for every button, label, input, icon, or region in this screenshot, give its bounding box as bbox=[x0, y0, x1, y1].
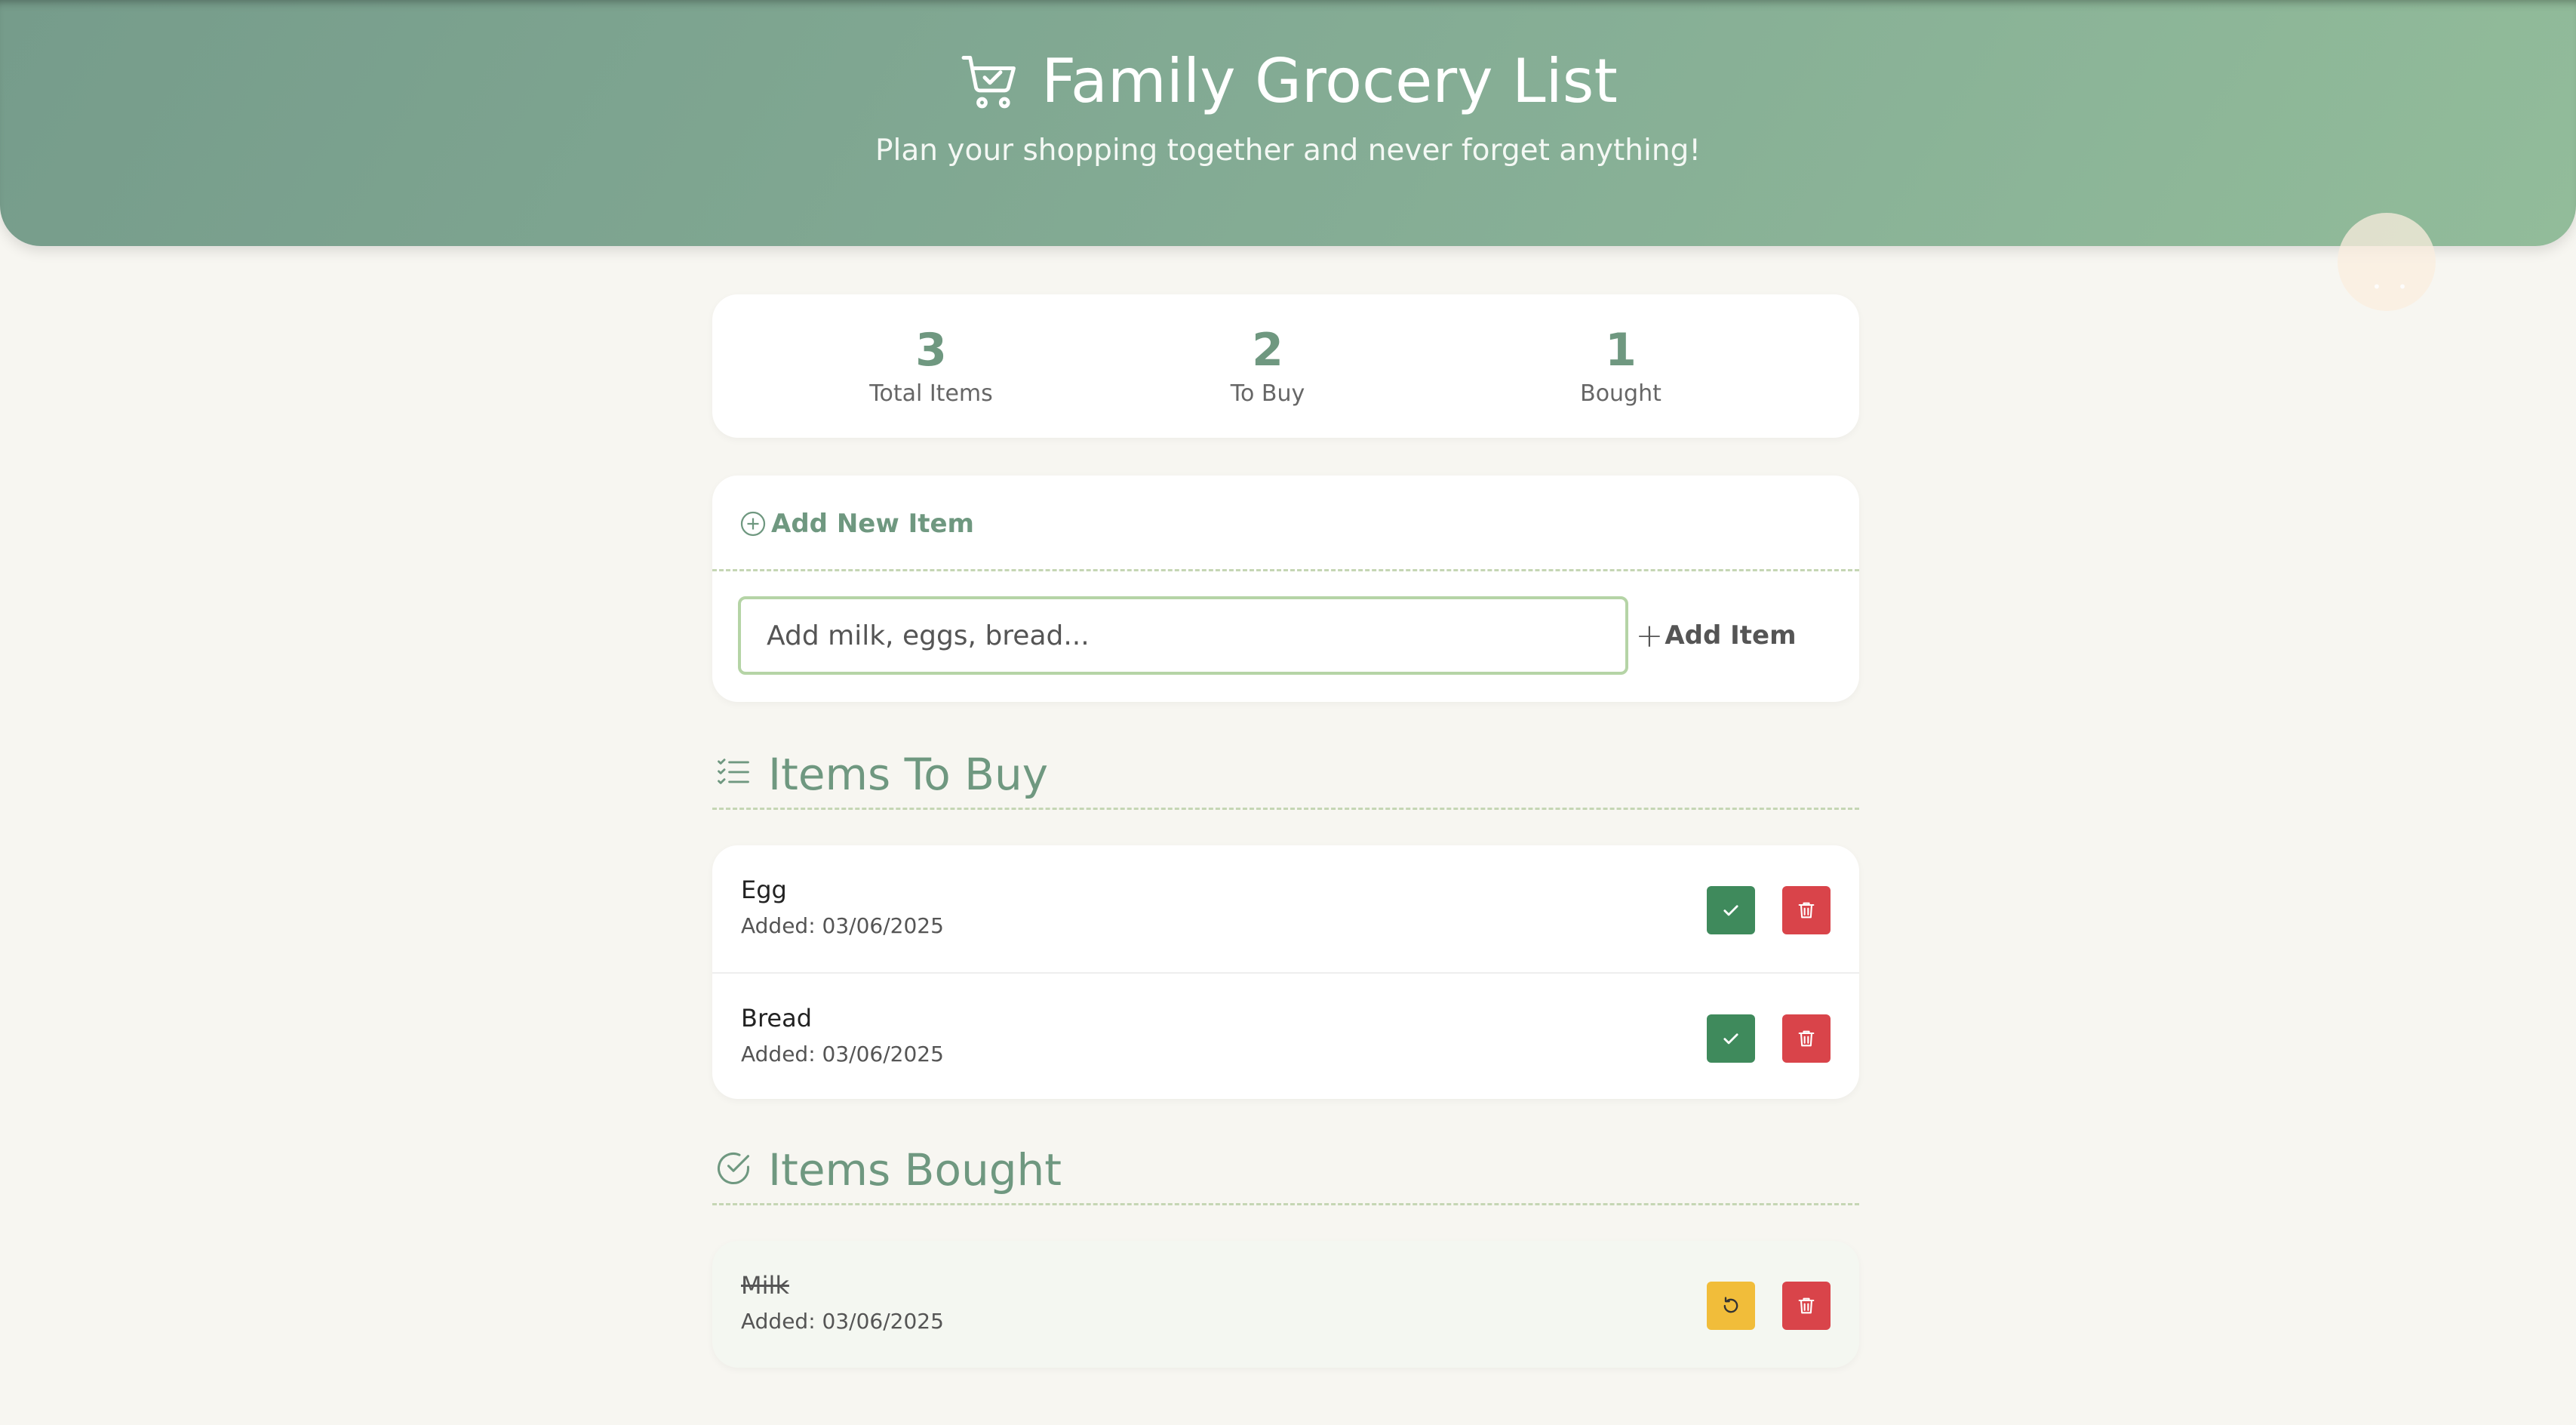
page-subtitle: Plan your shopping together and never fo… bbox=[875, 134, 1701, 168]
to-buy-list: Egg Added: 03/06/2025 Bread Added: 03/06… bbox=[712, 845, 1859, 1099]
cart-check-icon bbox=[958, 50, 1022, 113]
stat-total-items: 3 Total Items bbox=[818, 322, 1044, 409]
undo-icon bbox=[1723, 1297, 1738, 1313]
stat-bought: 1 Bought bbox=[1508, 322, 1734, 409]
add-item-button-label: Add Item bbox=[1665, 620, 1797, 651]
app-header: Family Grocery List Plan your shopping t… bbox=[0, 0, 2576, 246]
section-title-to-buy: Items To Buy bbox=[768, 749, 1049, 800]
stat-label: Total Items bbox=[869, 380, 993, 407]
check-icon bbox=[1723, 1033, 1738, 1045]
section-header-to-buy: Items To Buy bbox=[712, 740, 1859, 810]
list-item: Milk Added: 03/06/2025 bbox=[712, 1241, 1859, 1368]
stat-label: To Buy bbox=[1230, 380, 1305, 407]
trash-icon bbox=[1798, 1030, 1815, 1047]
stat-value: 3 bbox=[915, 324, 947, 377]
delete-item-button[interactable] bbox=[1782, 886, 1831, 934]
add-item-heading: Add New Item bbox=[739, 509, 974, 539]
stat-to-buy: 2 To Buy bbox=[1154, 322, 1381, 409]
stat-value: 1 bbox=[1605, 324, 1637, 377]
restore-item-button[interactable] bbox=[1707, 1282, 1755, 1330]
delete-item-button[interactable] bbox=[1782, 1282, 1831, 1330]
delete-item-button[interactable] bbox=[1782, 1014, 1831, 1063]
item-date: Added: 03/06/2025 bbox=[741, 913, 944, 938]
stats-card: 3 Total Items 2 To Buy 1 Bought bbox=[712, 294, 1859, 438]
item-name: Bread bbox=[741, 1004, 813, 1033]
stat-value: 2 bbox=[1252, 324, 1283, 377]
item-date: Added: 03/06/2025 bbox=[741, 1042, 944, 1066]
divider bbox=[712, 569, 1859, 571]
stat-label: Bought bbox=[1580, 380, 1661, 407]
item-name: Milk bbox=[741, 1271, 789, 1300]
add-item-heading-label: Add New Item bbox=[771, 509, 974, 539]
check-icon bbox=[1723, 905, 1738, 916]
trash-icon bbox=[1798, 1297, 1815, 1314]
check-circle-icon bbox=[717, 1153, 750, 1184]
checklist-icon bbox=[718, 759, 749, 784]
section-title-bought: Items Bought bbox=[768, 1144, 1062, 1196]
plus-icon: + bbox=[1635, 616, 1664, 655]
bought-list: Milk Added: 03/06/2025 bbox=[712, 1241, 1859, 1368]
section-header-bought: Items Bought bbox=[712, 1135, 1859, 1205]
floating-decoration: • • bbox=[2338, 213, 2436, 311]
item-name-input[interactable] bbox=[738, 596, 1628, 675]
list-item: Bread Added: 03/06/2025 bbox=[712, 972, 1859, 1099]
add-item-button[interactable]: + Add Item bbox=[1618, 596, 1814, 675]
trash-icon bbox=[1798, 902, 1815, 919]
mark-bought-button[interactable] bbox=[1707, 886, 1755, 934]
mark-bought-button[interactable] bbox=[1707, 1014, 1755, 1063]
header-title-row: Family Grocery List bbox=[0, 44, 2576, 119]
plus-circle-icon bbox=[740, 511, 766, 537]
list-item: Egg Added: 03/06/2025 bbox=[712, 845, 1859, 972]
add-item-card: Add New Item + Add Item bbox=[712, 476, 1859, 702]
item-name: Egg bbox=[741, 876, 787, 904]
item-date: Added: 03/06/2025 bbox=[741, 1309, 944, 1334]
page-title: Family Grocery List bbox=[1041, 46, 1618, 116]
